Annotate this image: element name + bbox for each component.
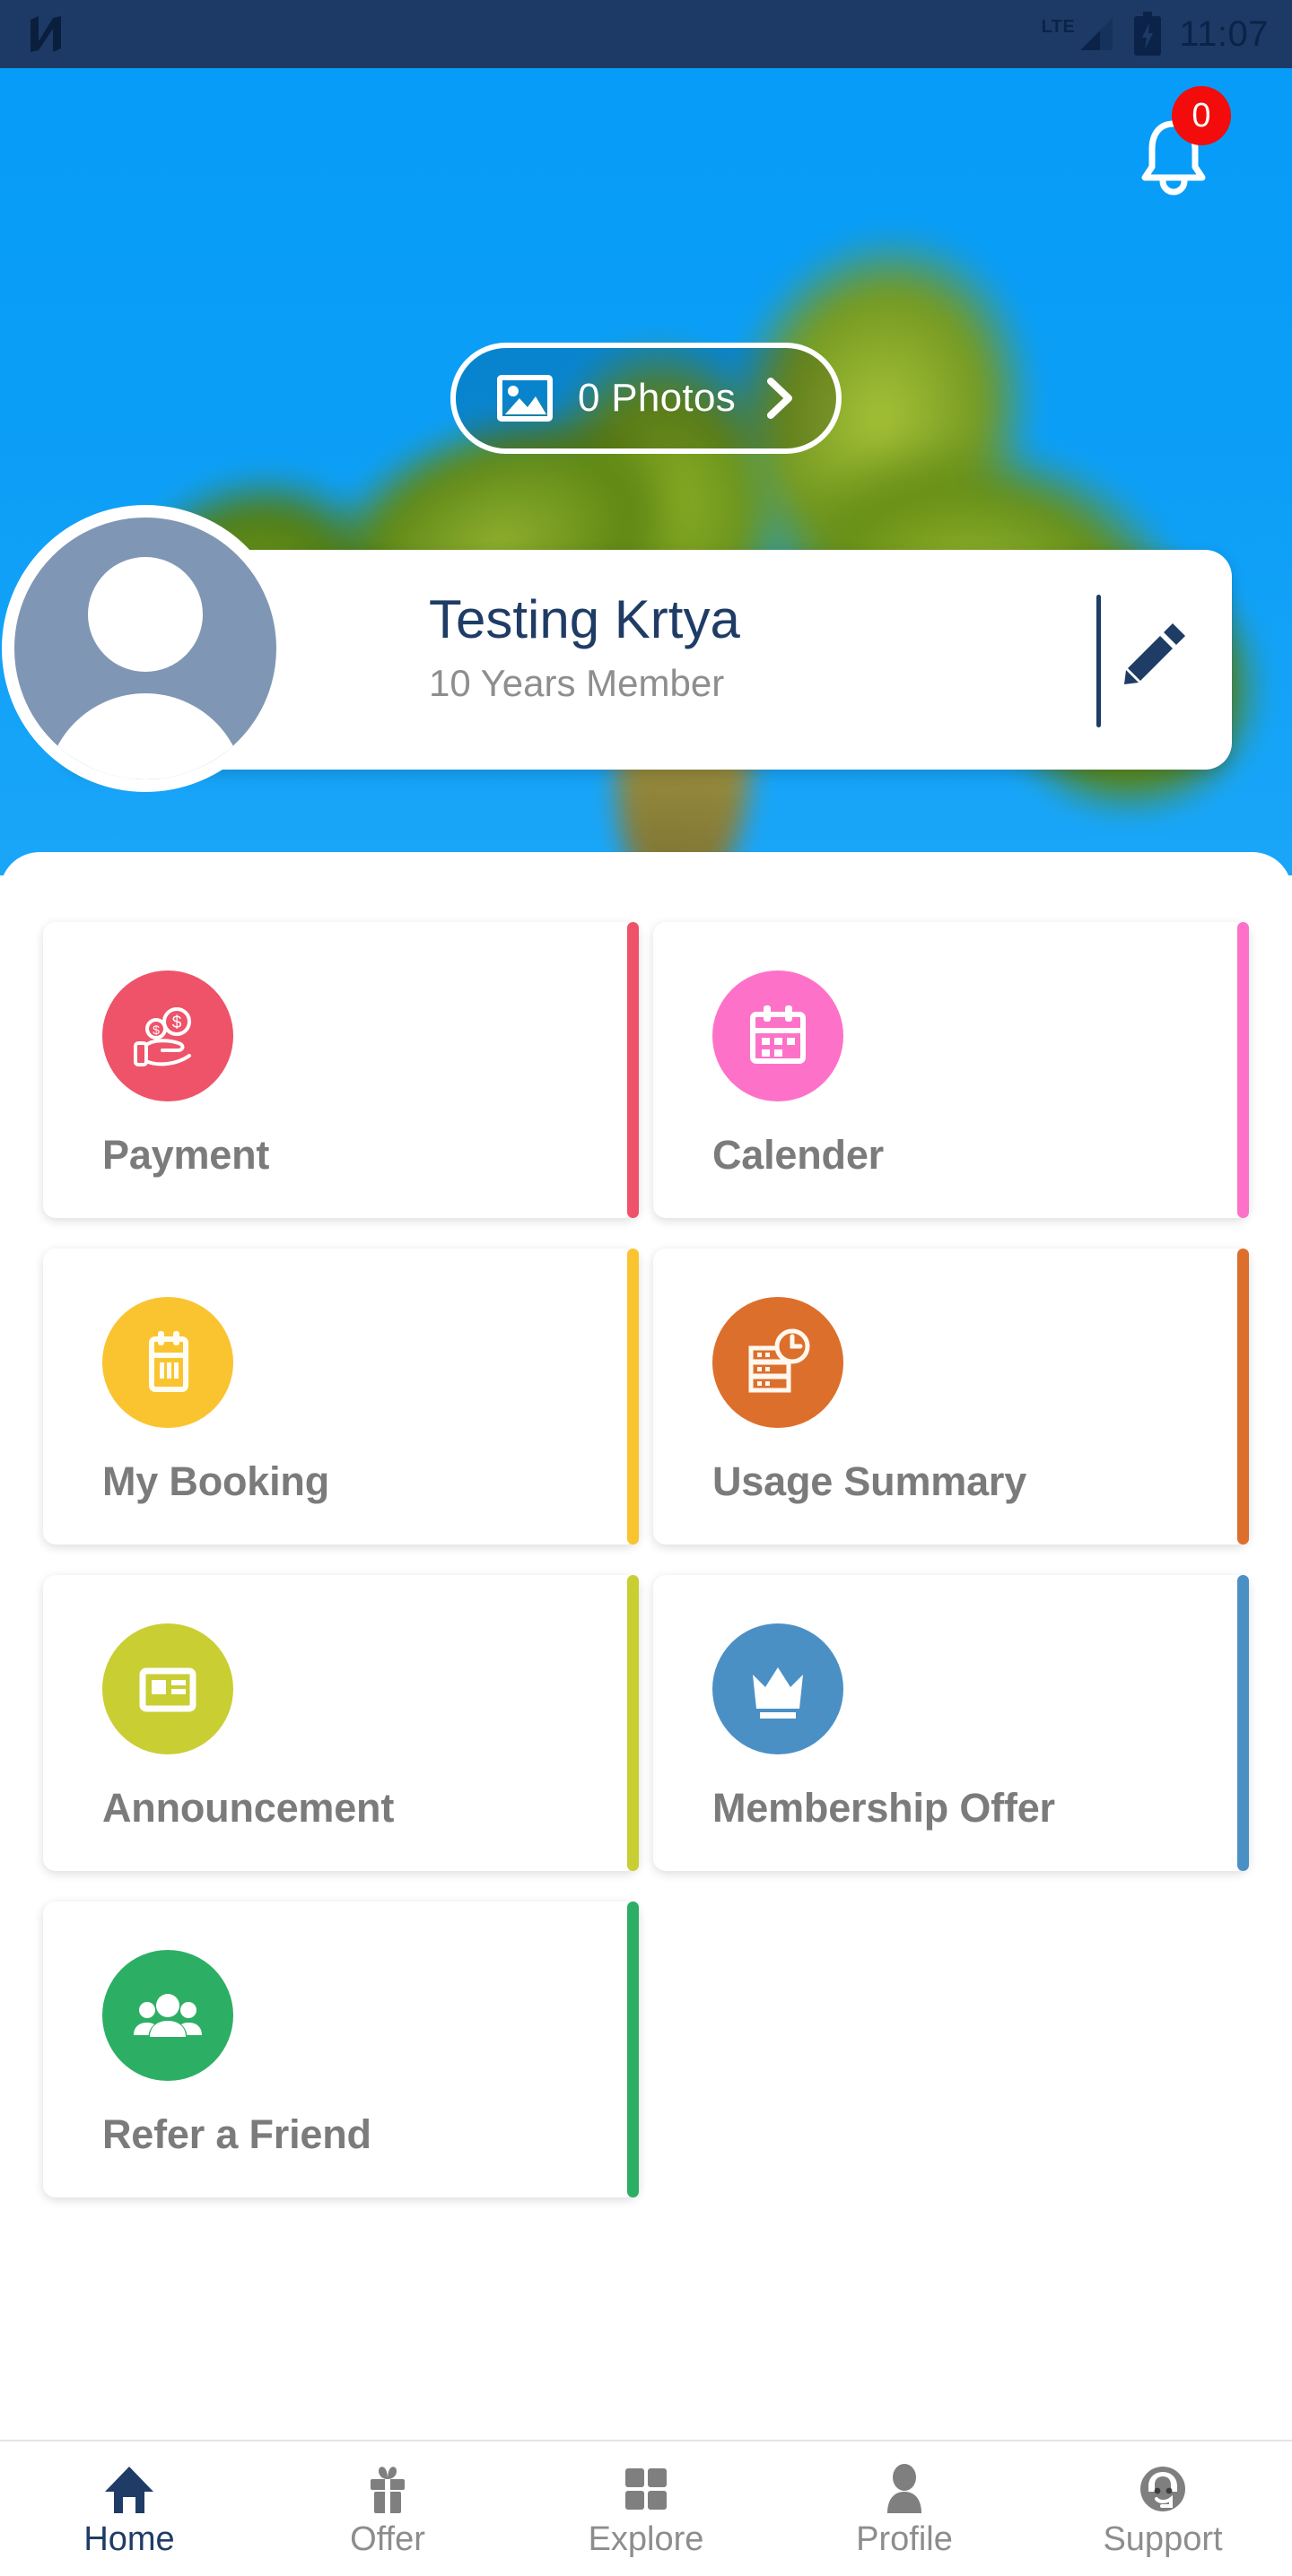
feature-tile-grid: $ $ Payment Calender My Booking Usage Su… xyxy=(43,922,1249,2197)
tile-accent-bar xyxy=(1237,922,1249,1218)
n-app-logo-icon xyxy=(31,16,61,52)
tile-icon-circle xyxy=(712,1297,843,1428)
tile-icon-circle xyxy=(102,1623,233,1754)
tile-accent-bar xyxy=(1237,1575,1249,1871)
tile-icon-circle xyxy=(102,1950,233,2081)
tile-accent-bar xyxy=(1237,1249,1249,1545)
network-type-label: LTE xyxy=(1041,17,1076,37)
crown-icon xyxy=(753,1667,803,1719)
tile-icon-circle xyxy=(102,1297,233,1428)
nav-label: Support xyxy=(1103,2520,1223,2558)
avatar[interactable] xyxy=(2,505,289,792)
profile-card[interactable]: Testing Krtya 10 Years Member xyxy=(2,505,1232,792)
nav-item-profile[interactable]: Profile xyxy=(775,2441,1034,2576)
status-bar-left xyxy=(27,14,65,54)
chevron-right-icon xyxy=(767,378,793,419)
status-bar: LTE 11:07 xyxy=(0,0,1292,68)
svg-text:$: $ xyxy=(153,1023,160,1037)
tile-payment[interactable]: $ $ Payment xyxy=(43,922,639,1218)
tile-accent-bar xyxy=(627,1249,639,1545)
headset-support-icon xyxy=(1140,2467,1185,2511)
tile-label: My Booking xyxy=(102,1458,329,1504)
tile-label: Refer a Friend xyxy=(102,2111,371,2157)
avatar-head-shape xyxy=(88,557,203,672)
booking-calendar-icon xyxy=(149,1331,188,1392)
tile-usage-summary[interactable]: Usage Summary xyxy=(653,1249,1249,1545)
svg-text:$: $ xyxy=(172,1014,182,1032)
tile-icon-circle xyxy=(712,1623,843,1754)
nav-label: Offer xyxy=(350,2520,425,2558)
photos-button[interactable]: 0 Photos xyxy=(450,343,842,454)
tile-my-booking[interactable]: My Booking xyxy=(43,1249,639,1545)
gift-icon xyxy=(371,2467,405,2513)
tile-icon-circle xyxy=(712,970,843,1101)
calendar-icon xyxy=(750,1005,806,1064)
notification-button[interactable]: 0 xyxy=(1125,86,1233,197)
hand-holding-money-icon: $ $ xyxy=(134,1007,191,1066)
nav-item-support[interactable]: Support xyxy=(1034,2441,1292,2576)
app-screen: LTE 11:07 0 0 Photos Testing Krtya 10 Ye… xyxy=(0,0,1292,2576)
tile-announcement[interactable]: Announcement xyxy=(43,1575,639,1871)
edit-divider xyxy=(1096,595,1101,727)
grid-squares-icon xyxy=(625,2468,667,2510)
nav-label: Home xyxy=(83,2520,175,2558)
tile-membership-offer[interactable]: Membership Offer xyxy=(653,1575,1249,1871)
tile-accent-bar xyxy=(627,922,639,1218)
notification-badge: 0 xyxy=(1172,86,1231,145)
image-icon xyxy=(496,375,553,422)
tile-accent-bar xyxy=(627,1902,639,2197)
photos-count-label: 0 Photos xyxy=(577,376,737,420)
content-panel: $ $ Payment Calender My Booking Usage Su… xyxy=(0,852,1292,2441)
pencil-edit-icon xyxy=(1124,623,1185,684)
profile-text-block: Testing Krtya 10 Years Member xyxy=(429,591,740,705)
nav-item-home[interactable]: Home xyxy=(0,2441,258,2576)
avatar-body-shape xyxy=(46,693,245,779)
tile-label: Calender xyxy=(712,1132,884,1178)
nav-item-explore[interactable]: Explore xyxy=(517,2441,775,2576)
home-icon xyxy=(105,2467,153,2513)
people-group-icon xyxy=(134,1994,202,2037)
tile-label: Announcement xyxy=(102,1785,395,1831)
nav-label: Explore xyxy=(588,2520,704,2558)
clock-label: 11:07 xyxy=(1179,14,1269,54)
signal-bars-icon xyxy=(1080,18,1113,50)
profile-membership-label: 10 Years Member xyxy=(429,662,725,704)
battery-charging-icon xyxy=(1134,12,1162,56)
status-bar-right: LTE 11:07 xyxy=(1042,12,1269,57)
tile-icon-circle: $ $ xyxy=(102,970,233,1101)
server-clock-icon xyxy=(748,1328,810,1393)
tile-label: Membership Offer xyxy=(712,1785,1055,1831)
tile-label: Usage Summary xyxy=(712,1458,1027,1504)
edit-profile-button[interactable] xyxy=(1117,614,1207,704)
tile-refer-a-friend[interactable]: Refer a Friend xyxy=(43,1902,639,2197)
tile-calender[interactable]: Calender xyxy=(653,922,1249,1218)
network-indicator: LTE xyxy=(1042,16,1117,52)
tile-accent-bar xyxy=(627,1575,639,1871)
nav-label: Profile xyxy=(856,2520,953,2558)
news-article-icon xyxy=(139,1667,196,1712)
tile-label: Payment xyxy=(102,1132,270,1178)
profile-name: Testing Krtya xyxy=(429,589,740,649)
nav-item-offer[interactable]: Offer xyxy=(258,2441,517,2576)
person-icon xyxy=(887,2464,921,2513)
bottom-navigation-bar: Home Offer Explore Profile Support xyxy=(0,2440,1292,2576)
